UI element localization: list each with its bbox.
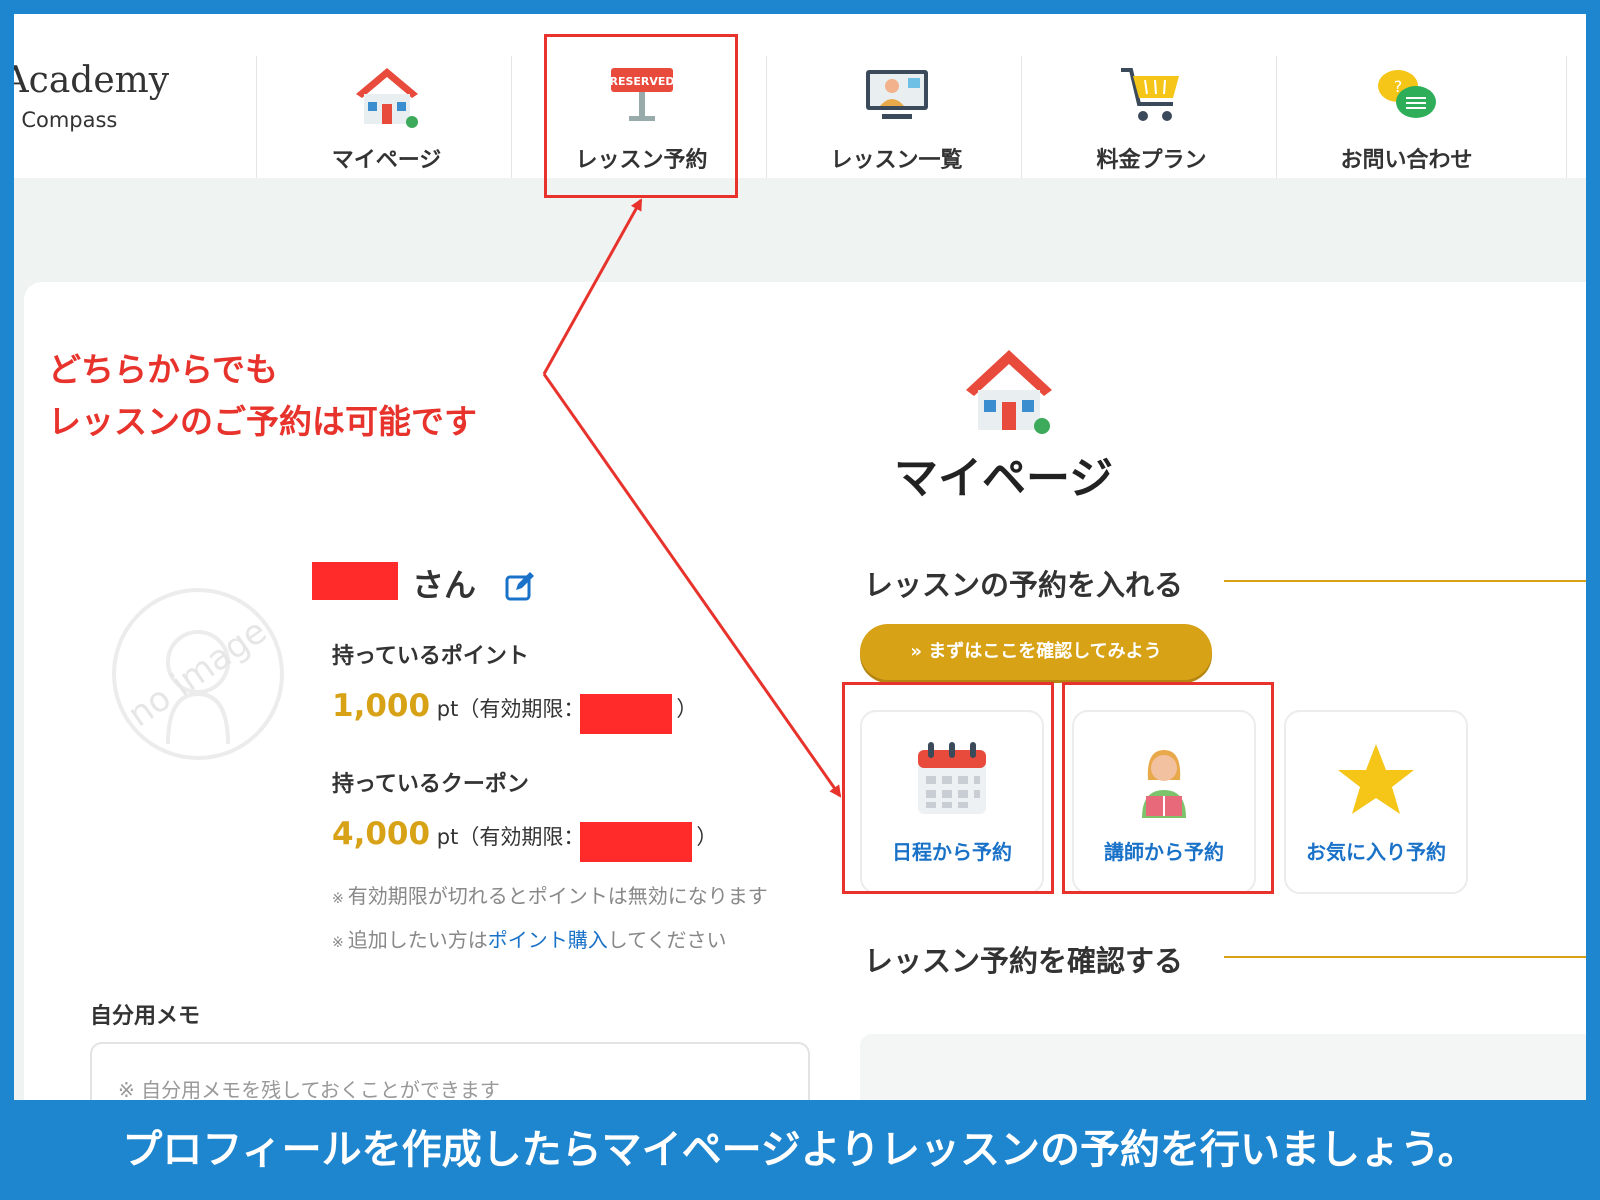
annotation-arrows	[542, 198, 842, 798]
screenshot-area: r Academy orld Compass マイページ RESERVED レッ…	[14, 14, 1586, 1100]
bottom-caption: プロフィールを作成したらマイページよりレッスンの予約を行いましょう。	[0, 1100, 1600, 1200]
